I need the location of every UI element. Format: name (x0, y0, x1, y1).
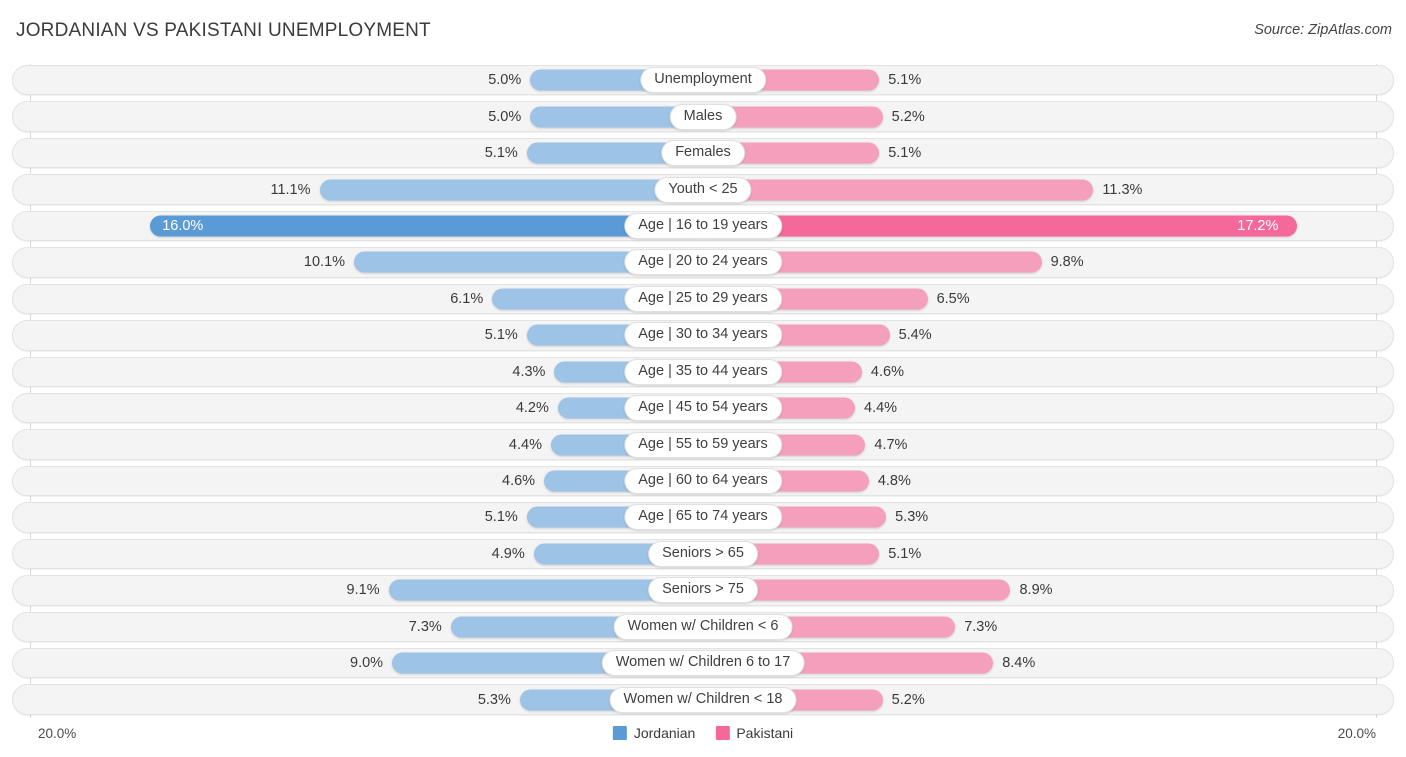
category-label: Age | 25 to 29 years (624, 285, 782, 312)
value-label-jordanian: 5.1% (484, 145, 518, 162)
source-attribution: Source: ZipAtlas.com (1254, 22, 1392, 38)
value-label-jordanian: 5.0% (488, 108, 522, 125)
value-label-pakistani: 4.8% (877, 473, 911, 490)
category-label: Seniors > 65 (648, 540, 758, 567)
category-label: Women w/ Children 6 to 17 (601, 650, 805, 677)
value-label-pakistani: 5.3% (895, 509, 929, 526)
chart-row: 6.1% 6.5% Age | 25 to 29 years (0, 281, 1406, 317)
chart-row: 5.3% 5.2% Women w/ Children < 18 (0, 681, 1406, 717)
value-label-jordanian: 4.3% (512, 363, 546, 380)
page-title: JORDANIAN VS PAKISTANI UNEMPLOYMENT (16, 20, 431, 41)
value-label-pakistani: 9.8% (1050, 254, 1084, 271)
bar-jordanian (319, 179, 703, 201)
value-label-jordanian: 5.0% (488, 72, 522, 89)
value-label-pakistani: 5.2% (891, 691, 925, 708)
value-label-jordanian: 5.3% (477, 691, 511, 708)
value-label-pakistani: 6.5% (936, 290, 970, 307)
legend-swatch-icon (715, 726, 730, 740)
category-label: Females (661, 140, 745, 167)
chart-plot-area: 5.0% 5.1% Unemployment 5.0% 5.2% Males 5.1% 5.1… (0, 62, 1406, 718)
chart-row: 5.0% 5.2% Males (0, 98, 1406, 134)
category-label: Age | 20 to 24 years (624, 249, 782, 276)
value-label-jordanian: 4.2% (515, 400, 549, 417)
value-label-jordanian: 9.0% (350, 655, 384, 672)
chart-row: 4.3% 4.6% Age | 35 to 44 years (0, 354, 1406, 390)
value-label-jordanian: 16.0% (162, 217, 204, 234)
category-label: Age | 30 to 34 years (624, 322, 782, 349)
value-label-jordanian: 4.9% (491, 545, 525, 562)
chart-row: 4.4% 4.7% Age | 55 to 59 years (0, 426, 1406, 462)
value-label-pakistani: 5.4% (898, 327, 932, 344)
chart-row: 4.6% 4.8% Age | 60 to 64 years (0, 463, 1406, 499)
value-label-jordanian: 11.1% (270, 181, 311, 198)
legend-swatch-icon (612, 726, 627, 740)
category-label: Age | 16 to 19 years (624, 212, 782, 239)
category-label: Males (669, 103, 737, 130)
chart-rows: 5.0% 5.1% Unemployment 5.0% 5.2% Males 5.1% 5.1… (0, 62, 1406, 718)
value-label-jordanian: 4.4% (508, 436, 542, 453)
chart-page: JORDANIAN VS PAKISTANI UNEMPLOYMENT Sour… (0, 0, 1406, 757)
category-label: Age | 35 to 44 years (624, 358, 782, 385)
value-label-pakistani: 8.4% (1002, 655, 1036, 672)
value-label-pakistani: 5.1% (888, 145, 922, 162)
value-label-pakistani: 5.1% (888, 72, 922, 89)
chart-footer: 20.0% 20.0% Jordanian Pakistani (0, 718, 1406, 757)
value-label-pakistani: 11.3% (1102, 181, 1143, 198)
chart-row: 11.1% 11.3% Youth < 25 (0, 171, 1406, 207)
category-label: Women w/ Children < 18 (609, 686, 797, 713)
chart-row: 9.1% 8.9% Seniors > 75 (0, 572, 1406, 608)
category-label: Seniors > 75 (648, 577, 758, 604)
value-label-pakistani: 8.9% (1019, 582, 1053, 599)
category-label: Women w/ Children < 6 (613, 613, 793, 640)
chart-row: 5.1% 5.1% Females (0, 135, 1406, 171)
category-label: Youth < 25 (654, 176, 752, 203)
category-label: Unemployment (640, 67, 766, 94)
category-label: Age | 60 to 64 years (624, 468, 782, 495)
chart-row: 5.0% 5.1% Unemployment (0, 62, 1406, 98)
value-label-jordanian: 5.1% (484, 327, 518, 344)
axis-max-label: 20.0% (1337, 726, 1376, 741)
value-label-jordanian: 9.1% (346, 582, 380, 599)
chart-legend: Jordanian Pakistani (612, 725, 793, 741)
chart-header: JORDANIAN VS PAKISTANI UNEMPLOYMENT Sour… (0, 0, 1406, 62)
value-label-jordanian: 5.1% (484, 509, 518, 526)
value-label-pakistani: 4.7% (874, 436, 908, 453)
value-label-pakistani: 17.2% (1237, 217, 1279, 234)
chart-row: 10.1% 9.8% Age | 20 to 24 years (0, 244, 1406, 280)
legend-label: Pakistani (736, 725, 794, 741)
legend-item[interactable]: Jordanian (612, 725, 696, 741)
value-label-pakistani: 5.1% (888, 545, 922, 562)
value-label-jordanian: 4.6% (502, 473, 536, 490)
category-label: Age | 55 to 59 years (624, 431, 782, 458)
bar-pakistani (703, 215, 1298, 237)
bar-pakistani (703, 179, 1094, 201)
chart-row: 4.9% 5.1% Seniors > 65 (0, 536, 1406, 572)
legend-item[interactable]: Pakistani (715, 725, 793, 741)
category-label: Age | 65 to 74 years (624, 504, 782, 531)
bar-jordanian (150, 215, 703, 237)
value-label-jordanian: 6.1% (450, 290, 484, 307)
chart-row: 9.0% 8.4% Women w/ Children 6 to 17 (0, 645, 1406, 681)
value-label-jordanian: 7.3% (408, 618, 442, 635)
chart-row: 4.2% 4.4% Age | 45 to 54 years (0, 390, 1406, 426)
value-label-pakistani: 5.2% (891, 108, 925, 125)
chart-row: 5.1% 5.3% Age | 65 to 74 years (0, 499, 1406, 535)
value-label-jordanian: 10.1% (303, 254, 346, 271)
chart-row: 16.0% 17.2% Age | 16 to 19 years (0, 208, 1406, 244)
value-label-pakistani: 4.6% (870, 363, 904, 380)
category-label: Age | 45 to 54 years (624, 395, 782, 422)
axis-min-label: 20.0% (38, 726, 77, 741)
legend-label: Jordanian (633, 725, 696, 741)
value-label-pakistani: 4.4% (864, 400, 898, 417)
chart-row: 7.3% 7.3% Women w/ Children < 6 (0, 609, 1406, 645)
chart-row: 5.1% 5.4% Age | 30 to 34 years (0, 317, 1406, 353)
value-label-pakistani: 7.3% (964, 618, 998, 635)
